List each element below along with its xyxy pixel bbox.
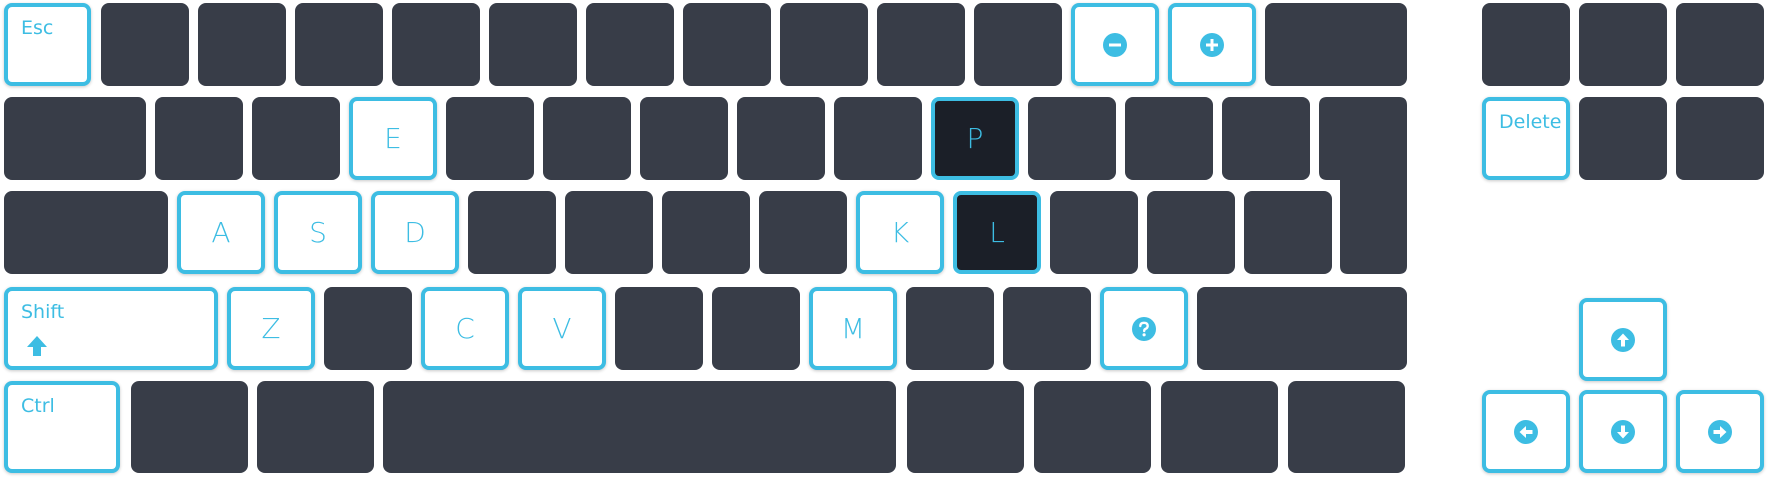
key-blank (155, 97, 243, 180)
key-blank (1034, 381, 1151, 473)
key-blank (1482, 3, 1570, 86)
key-m: M (809, 287, 897, 370)
key-l: L (953, 191, 1041, 274)
arrow-up-circle-icon (1611, 327, 1635, 352)
key-right-shift (1197, 287, 1407, 370)
key-esc: Esc (4, 3, 91, 86)
key-m-label: M (840, 311, 866, 345)
key-blank (101, 3, 189, 86)
key-k: K (856, 191, 944, 274)
key-s: S (274, 191, 362, 274)
key-s-label: S (309, 215, 327, 249)
key-blank (586, 3, 674, 86)
key-blank (489, 3, 577, 86)
minus-circle-icon (1103, 32, 1127, 57)
key-e-label: E (384, 121, 402, 155)
key-z: Z (227, 287, 315, 370)
key-v: V (518, 287, 606, 370)
key-blank (1579, 97, 1667, 180)
key-blank (834, 97, 922, 180)
key-blank (1028, 97, 1116, 180)
key-blank (295, 3, 383, 86)
key-p-label: P (966, 121, 984, 155)
key-z-label: Z (261, 311, 281, 345)
key-minus (1071, 3, 1159, 86)
arrow-down-circle-icon (1611, 419, 1635, 444)
key-ctrl-label: Ctrl (21, 395, 55, 417)
key-arrow-left (1482, 390, 1570, 473)
key-blank (392, 3, 480, 86)
question-circle-icon (1132, 316, 1156, 341)
key-space (383, 381, 896, 473)
key-blank (257, 381, 374, 473)
key-blank (565, 191, 653, 274)
key-a: A (177, 191, 265, 274)
arrow-right-circle-icon (1708, 419, 1732, 444)
key-blank (683, 3, 771, 86)
key-e: E (349, 97, 437, 180)
key-k-label: K (890, 215, 910, 249)
key-v-label: V (552, 311, 572, 345)
key-blank (1003, 287, 1091, 370)
key-caps (4, 191, 168, 274)
key-blank (759, 191, 847, 274)
key-blank (1244, 191, 1332, 274)
key-d: D (371, 191, 459, 274)
key-blank (1147, 191, 1235, 274)
key-blank (906, 287, 994, 370)
key-a-label: A (211, 215, 231, 249)
plus-circle-icon (1200, 32, 1224, 57)
key-blank (1161, 381, 1278, 473)
key-blank (1222, 97, 1310, 180)
key-arrow-right (1676, 390, 1764, 473)
key-blank (1676, 3, 1764, 86)
key-blank (615, 287, 703, 370)
key-d-label: D (404, 215, 426, 249)
key-blank (468, 191, 556, 274)
key-blank (198, 3, 286, 86)
key-c-label: C (455, 311, 475, 345)
key-question (1100, 287, 1188, 370)
key-blank (543, 97, 631, 180)
key-arrow-down (1579, 390, 1667, 473)
key-arrow-up (1579, 298, 1667, 381)
key-p: P (931, 97, 1019, 180)
key-blank (712, 287, 800, 370)
key-blank (1288, 381, 1405, 473)
key-blank (446, 97, 534, 180)
key-blank (1125, 97, 1213, 180)
key-plus (1168, 3, 1256, 86)
key-blank (907, 381, 1024, 473)
key-c: C (421, 287, 509, 370)
key-blank (1579, 3, 1667, 86)
key-ctrl: Ctrl (4, 381, 120, 473)
key-shift-label: Shift (21, 301, 65, 323)
key-blank (974, 3, 1062, 86)
key-blank (662, 191, 750, 274)
shift-arrow-icon (27, 336, 47, 356)
key-blank (324, 287, 412, 370)
arrow-left-circle-icon (1514, 419, 1538, 444)
key-tab (4, 97, 146, 180)
key-blank (737, 97, 825, 180)
keyboard-diagram: Esc E P A S D K L Shift Z C V M Ctrl Del… (0, 0, 1772, 480)
key-blank (252, 97, 340, 180)
key-delete-label: Delete (1499, 111, 1562, 133)
key-blank (640, 97, 728, 180)
key-blank (131, 381, 248, 473)
key-blank (780, 3, 868, 86)
key-blank (1050, 191, 1138, 274)
key-esc-label: Esc (21, 17, 54, 39)
key-delete: Delete (1482, 97, 1570, 180)
key-blank (877, 3, 965, 86)
key-backspace (1265, 3, 1407, 86)
key-shift: Shift (4, 287, 218, 370)
key-l-label: L (989, 215, 1005, 249)
key-blank (1676, 97, 1764, 180)
